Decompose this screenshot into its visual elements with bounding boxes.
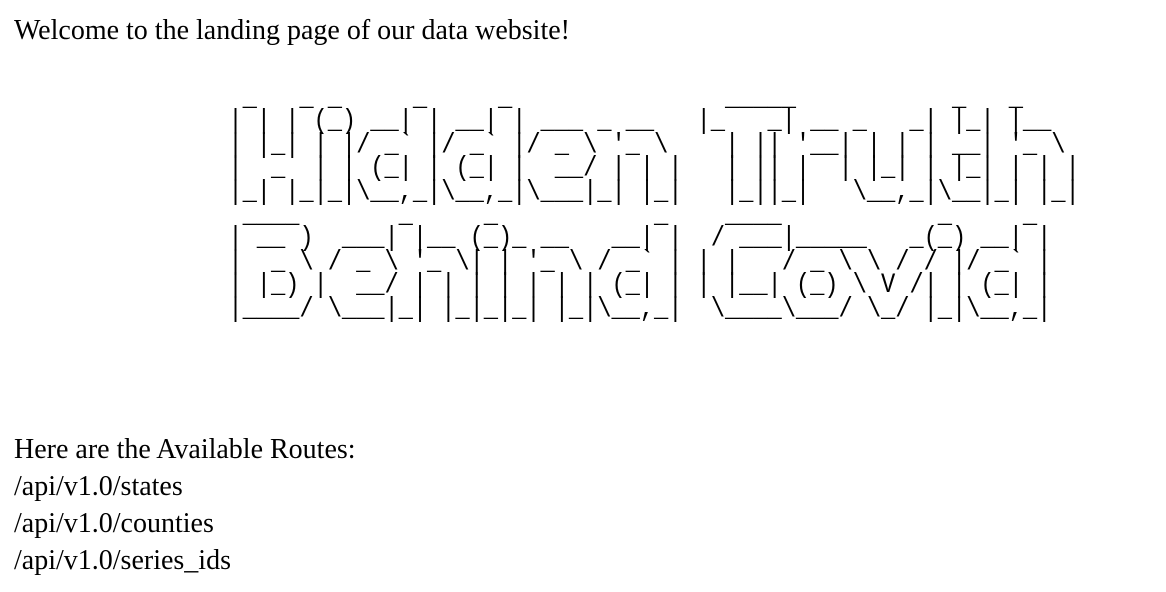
landing-page: Welcome to the landing page of our data … xyxy=(0,0,1166,592)
available-routes-section: Here are the Available Routes: /api/v1.0… xyxy=(14,431,356,579)
welcome-message: Welcome to the landing page of our data … xyxy=(14,15,570,46)
routes-heading: Here are the Available Routes: xyxy=(14,434,356,465)
route-counties: /api/v1.0/counties xyxy=(14,508,214,539)
ascii-art-banner: _ _ _ _ _ _____ _ _ | | | (_) __| | __| … xyxy=(228,83,1080,325)
route-series-ids: /api/v1.0/series_ids xyxy=(14,545,231,576)
route-states: /api/v1.0/states xyxy=(14,471,183,502)
